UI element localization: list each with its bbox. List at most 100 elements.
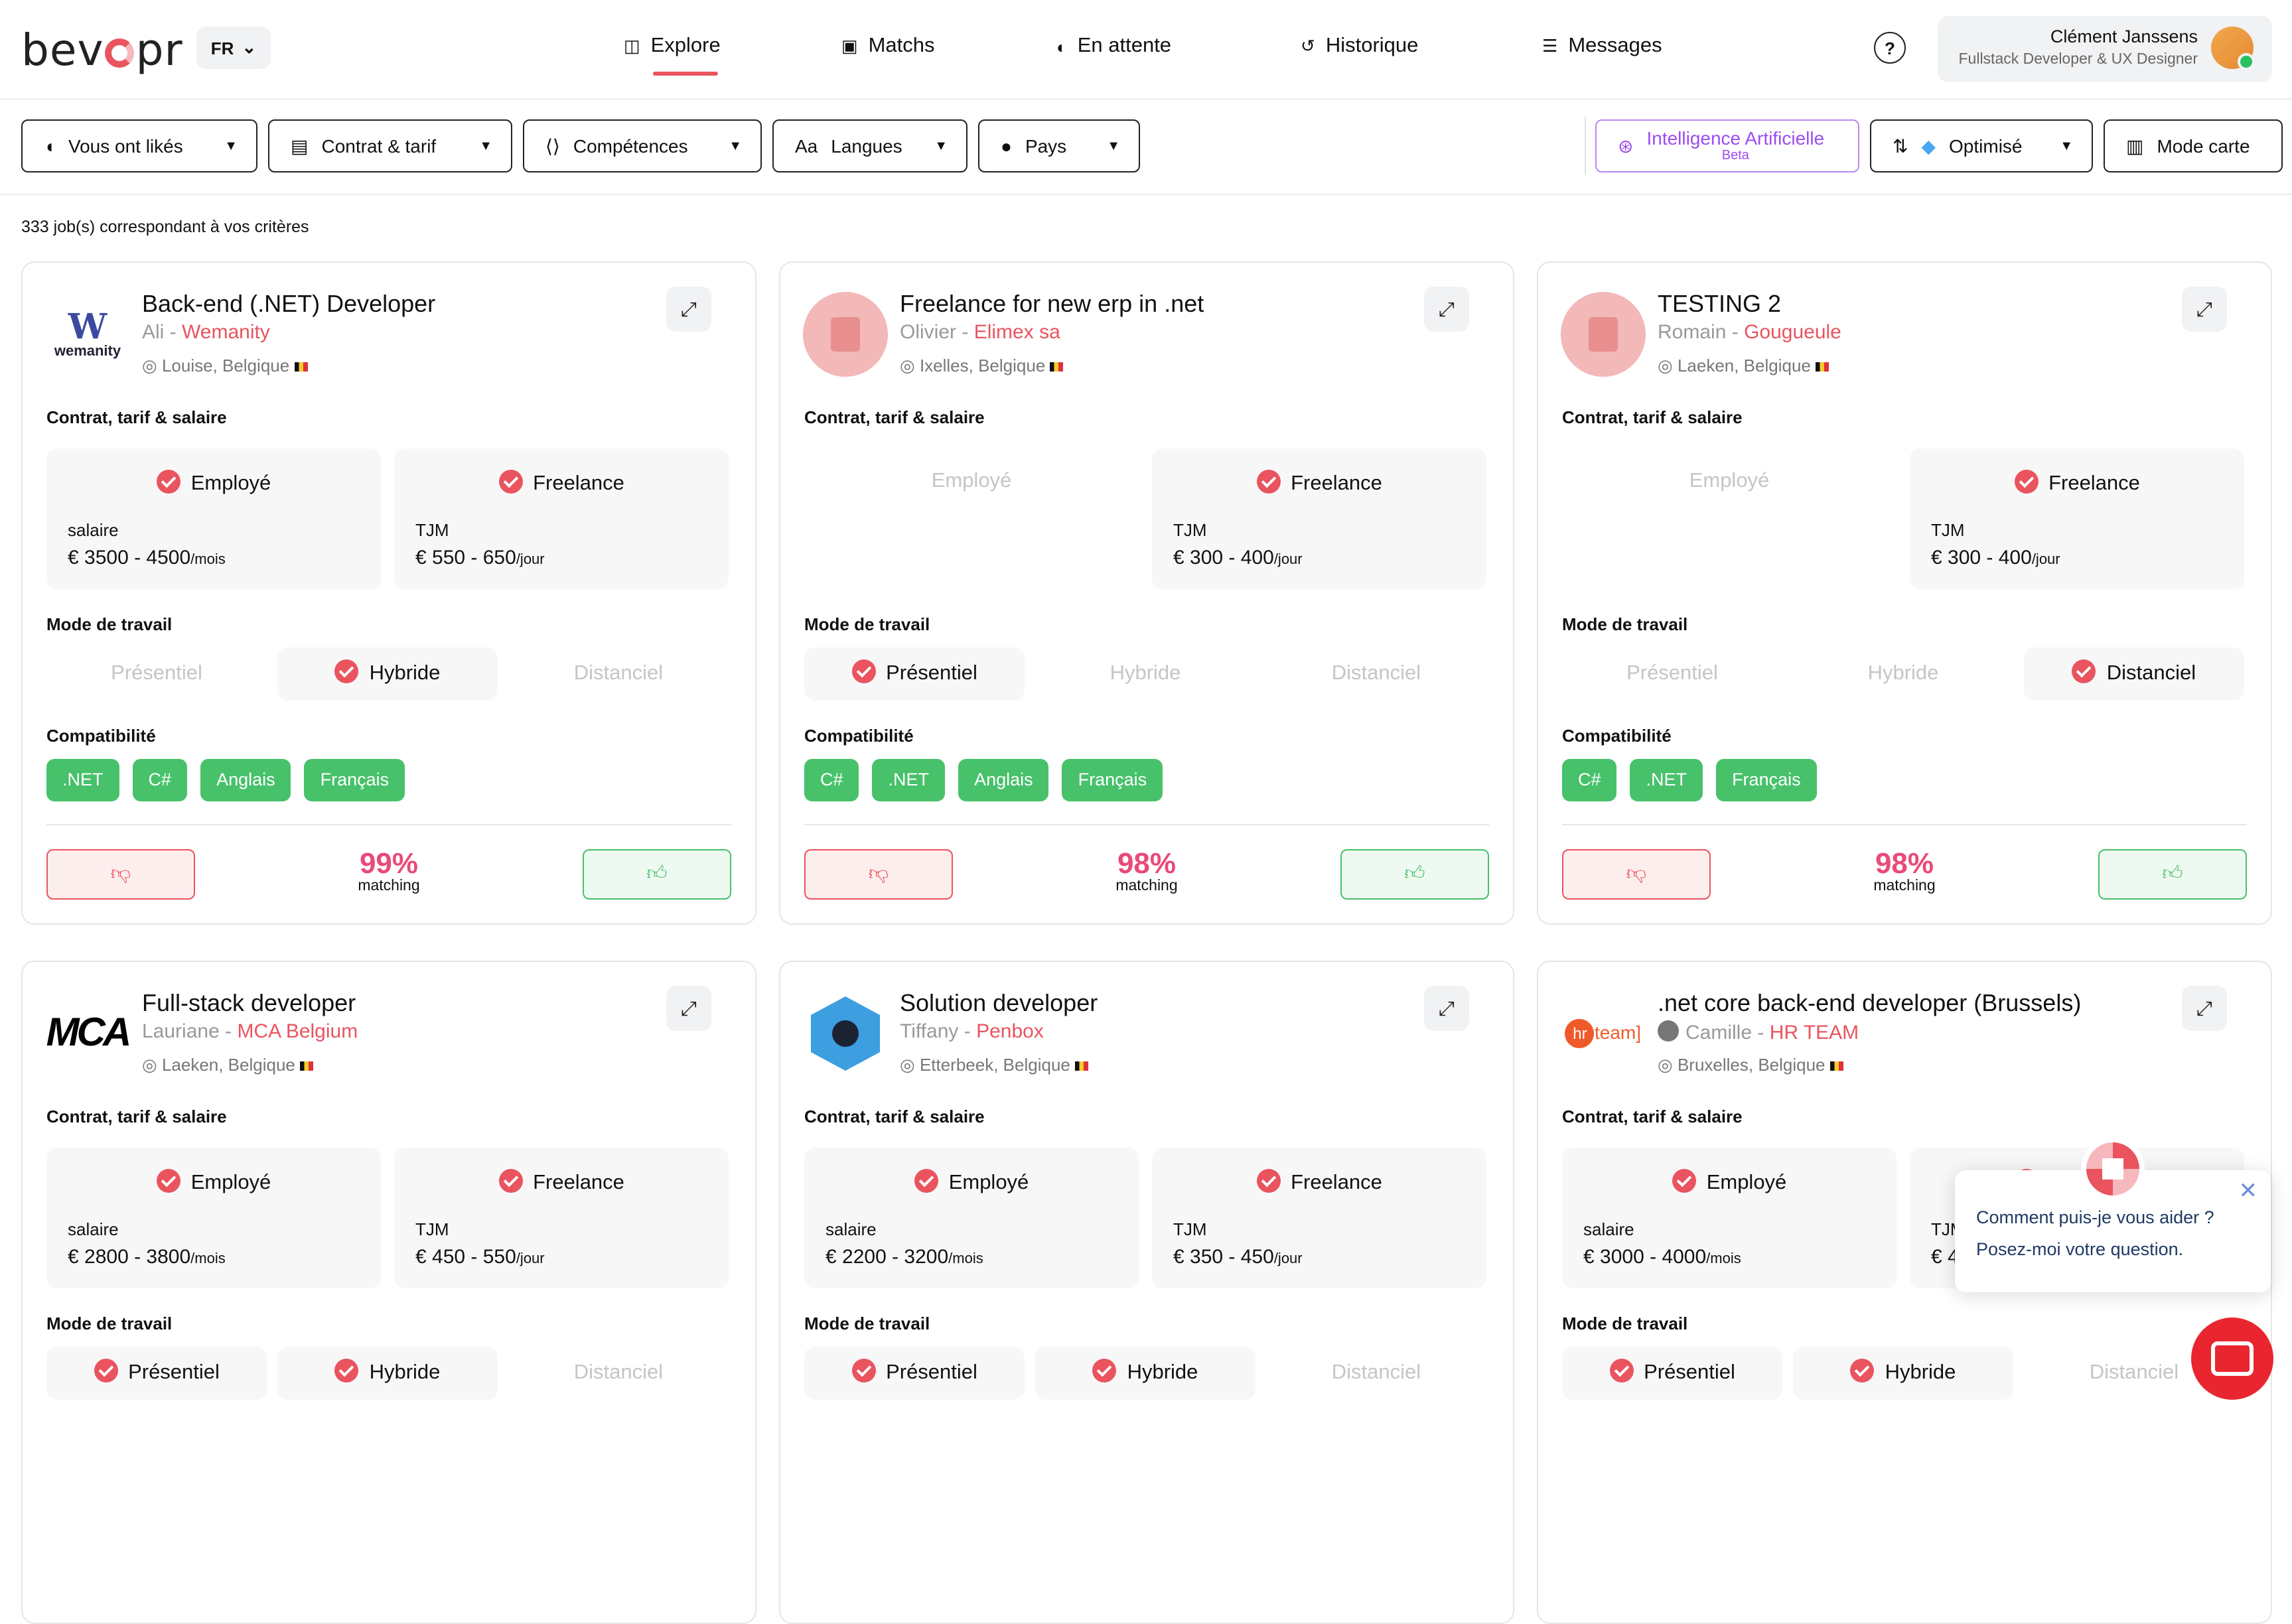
- language-selector[interactable]: FR ⌄: [196, 27, 271, 69]
- nav-messages[interactable]: ☰ Messages: [1542, 34, 1662, 58]
- expand-icon[interactable]: ⤢: [2182, 986, 2227, 1031]
- map-label: Mode carte: [2157, 135, 2250, 157]
- company-name[interactable]: Elimex sa: [974, 321, 1060, 344]
- work-mode-section-title: Mode de travail: [804, 1314, 930, 1333]
- job-location: ◎ Laeken, Belgique: [1658, 356, 1829, 377]
- work-mode-label: Hybride: [1127, 1361, 1198, 1384]
- expand-icon[interactable]: ⤢: [1424, 287, 1469, 332]
- skill-tag: Français: [1062, 759, 1163, 801]
- work-mode-section-title: Mode de travail: [1562, 1314, 1688, 1333]
- help-icon[interactable]: ?: [1874, 32, 1906, 64]
- salary-range: € 2200 - 3200: [825, 1246, 949, 1268]
- font-icon: Aa: [795, 135, 818, 157]
- work-mode-onsite: Présentiel: [46, 647, 267, 701]
- close-icon[interactable]: ✕: [2239, 1178, 2258, 1205]
- filter-languages[interactable]: Aa Langues ▼: [772, 119, 967, 172]
- work-mode-label: Présentiel: [886, 1361, 977, 1384]
- bevopr-logo[interactable]: bev pr: [21, 24, 183, 76]
- job-card[interactable]: TESTING 2 Romain - Gougueule ◎ Laeken, Bel…: [1537, 261, 2272, 925]
- work-mode-label: Présentiel: [886, 662, 977, 685]
- job-card[interactable]: MCA Full-stack developer Lauriane - MCA Be…: [21, 961, 756, 1624]
- company-logo: [1561, 292, 1646, 377]
- belgium-flag-icon: [294, 362, 308, 372]
- belgium-flag-icon: [1050, 362, 1064, 372]
- like-button[interactable]: 👍︎: [2098, 849, 2247, 900]
- sort-selector[interactable]: ⇅ ◆ Optimisé ▼: [1870, 119, 2093, 172]
- matchs-icon: ▣: [841, 36, 858, 56]
- caret-down-icon: ▼: [479, 139, 492, 153]
- expand-icon[interactable]: ⤢: [1424, 986, 1469, 1031]
- skill-tag: Anglais: [200, 759, 291, 801]
- company-name[interactable]: Penbox: [976, 1020, 1044, 1043]
- user-profile[interactable]: Clément Janssens Fullstack Developer & U…: [1938, 16, 2272, 82]
- location-pin-icon: ◎: [1658, 1055, 1678, 1075]
- employee-label: Employé: [190, 1172, 271, 1194]
- work-mode-section-title: Mode de travail: [46, 614, 173, 634]
- filter-country[interactable]: ● Pays ▼: [978, 119, 1140, 172]
- company-name[interactable]: Wemanity: [182, 321, 270, 344]
- job-title: .net core back-end developer (Brussels): [1658, 990, 2082, 1016]
- nav-matchs[interactable]: ▣ Matchs: [841, 34, 935, 58]
- job-card[interactable]: Wwemanity Back-end (.NET) Developer Ali - …: [21, 261, 756, 925]
- job-card[interactable]: Freelance for new erp in .net Olivier - E…: [779, 261, 1514, 925]
- job-card[interactable]: hr team] .net core back-end developer (Bru…: [1537, 961, 2272, 1624]
- work-mode-remote: Distanciel: [2024, 647, 2244, 701]
- job-location: ◎ Louise, Belgique: [142, 356, 308, 377]
- tjm-unit: /jour: [2031, 552, 2060, 568]
- company-name[interactable]: Gougueule: [1744, 321, 1841, 344]
- nav-historique[interactable]: ↺ Historique: [1301, 34, 1418, 58]
- work-mode-label: Présentiel: [1644, 1361, 1735, 1384]
- like-button[interactable]: 👍︎: [583, 849, 731, 900]
- filter-liked[interactable]: ◖ Vous ont likés ▼: [21, 119, 257, 172]
- expand-icon[interactable]: ⤢: [2182, 287, 2227, 332]
- sort-label: Optimisé: [1949, 135, 2023, 157]
- filter-label: Vous ont likés: [68, 135, 183, 157]
- skill-tag: .NET: [1630, 759, 1703, 801]
- work-mode-label: Distanciel: [1331, 662, 1421, 685]
- employee-label: Employé: [948, 1172, 1029, 1194]
- skill-tag: C#: [132, 759, 188, 801]
- skill-tag: C#: [1562, 759, 1617, 801]
- job-location: ◎ Ixelles, Belgique: [900, 356, 1064, 377]
- freelance-box: Freelance TJM € 450 - 550/jour: [394, 1148, 729, 1288]
- tjm-range: € 300 - 400: [1931, 547, 2032, 569]
- tjm-range: € 550 - 650: [415, 547, 516, 569]
- like-button[interactable]: 👍︎: [1340, 849, 1489, 900]
- company-name[interactable]: MCA Belgium: [237, 1020, 358, 1043]
- freelance-header: Freelance: [394, 470, 729, 496]
- ai-filter-button[interactable]: ⊛ Intelligence Artificielle Beta: [1595, 119, 1859, 172]
- work-mode-label: Hybride: [1867, 662, 1939, 685]
- expand-icon[interactable]: ⤢: [666, 986, 711, 1031]
- chat-launcher-button[interactable]: [2191, 1318, 2273, 1400]
- expand-icon[interactable]: ⤢: [666, 287, 711, 332]
- salary-range: € 3500 - 4500: [68, 547, 191, 569]
- work-mode-onsite: Présentiel: [46, 1347, 267, 1400]
- contract-section-title: Contrat, tarif & salaire: [804, 407, 985, 427]
- job-location: ◎ Bruxelles, Belgique: [1658, 1055, 1843, 1076]
- employee-label: Employé: [931, 470, 1012, 492]
- job-poster: Romain - Gougueule: [1658, 321, 1841, 344]
- nav-explore[interactable]: ◫ Explore: [624, 34, 721, 76]
- belgium-flag-icon: [300, 1061, 314, 1071]
- belgium-flag-icon: [1829, 1061, 1843, 1071]
- freelance-label: Freelance: [1291, 472, 1382, 495]
- company-name[interactable]: HR TEAM: [1770, 1022, 1859, 1044]
- freelance-header: Freelance: [1152, 1169, 1486, 1195]
- beta-badge: Beta: [1721, 149, 1749, 164]
- salary-label: salaire: [68, 1219, 119, 1239]
- work-mode-label: Hybride: [1885, 1361, 1956, 1384]
- check-icon: [851, 1359, 876, 1383]
- nav-en-attente[interactable]: ◐ En attente: [1056, 34, 1171, 58]
- tjm-value: € 300 - 400/jour: [1931, 547, 2060, 569]
- filter-skills[interactable]: ⟨⟩ Compétences ▼: [523, 119, 762, 172]
- compat-section-title: Compatibilité: [804, 726, 914, 746]
- freelance-label: Freelance: [533, 472, 624, 495]
- employee-header: Employé: [1562, 1169, 1897, 1195]
- filter-contract[interactable]: ▤ Contrat & tarif ▼: [268, 119, 512, 172]
- map-mode-button[interactable]: ▥ Mode carte: [2104, 119, 2283, 172]
- location-pin-icon: ◎: [1658, 356, 1678, 375]
- work-mode-remote: Distanciel: [1266, 647, 1486, 701]
- nav-label: Matchs: [868, 34, 935, 57]
- job-card[interactable]: Solution developer Tiffany - Penbox ◎ Ette…: [779, 961, 1514, 1624]
- check-icon: [851, 659, 876, 683]
